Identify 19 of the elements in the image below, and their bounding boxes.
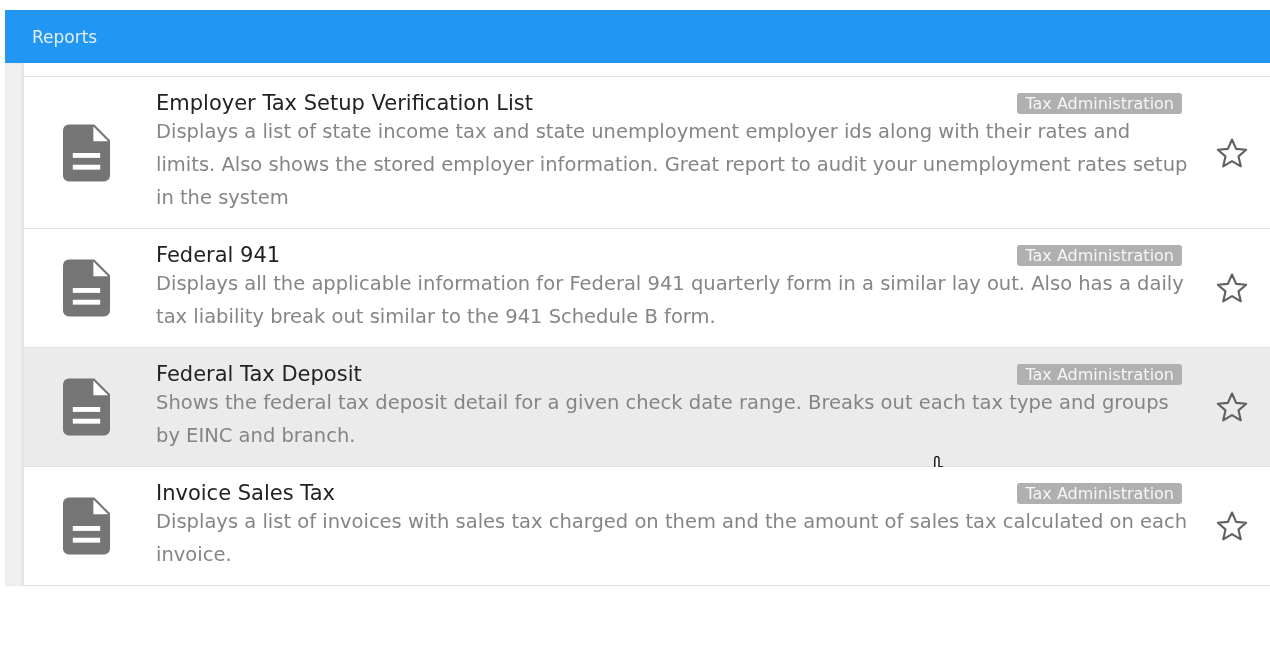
category-tag: Tax Administration <box>1017 363 1182 385</box>
report-description: Displays a list of invoices with sales tax charged on them and the amount of sales tax calculated on each invoice. <box>156 509 1189 568</box>
report-title: Employer Tax Setup Verification List <box>156 91 533 115</box>
category-tag: Tax Administration <box>1017 482 1182 504</box>
document-icon <box>63 123 110 182</box>
document-icon <box>63 378 110 436</box>
report-description: Displays a list of state income tax and state unemployment employer ids along with their rates and limits. Also shows the stored employer information. Great report to audit your unemployment rates setup in the system <box>156 119 1189 211</box>
report-row[interactable]: Federal Tax Deposit Tax Administration Shows the federal tax deposit detail for a given check date range. Breaks out each tax type and groups by EINC and branch. <box>24 348 1270 467</box>
report-description: Displays all the applicable information for Federal 941 quarterly form in a similar lay out. Also has a daily tax liability break out similar to the 941 Schedule B form. <box>156 271 1185 330</box>
document-icon <box>63 259 110 317</box>
report-description: Shows the federal tax deposit detail for a given check date range. Breaks out each tax type and groups by EINC and branch. <box>156 390 1170 449</box>
report-title: Invoice Sales Tax <box>156 481 335 505</box>
document-icon <box>63 497 110 555</box>
category-tag: Tax Administration <box>1017 92 1182 114</box>
header-title: Reports <box>32 26 98 47</box>
report-title: Federal Tax Deposit <box>156 362 362 386</box>
report-title: Federal 941 <box>156 243 281 267</box>
category-tag: Tax Administration <box>1017 244 1182 266</box>
report-row[interactable]: Invoice Sales Tax Tax Administration Displays a list of invoices with sales tax charged on them and the amount of sales tax calculated on each invoice. <box>24 467 1270 586</box>
